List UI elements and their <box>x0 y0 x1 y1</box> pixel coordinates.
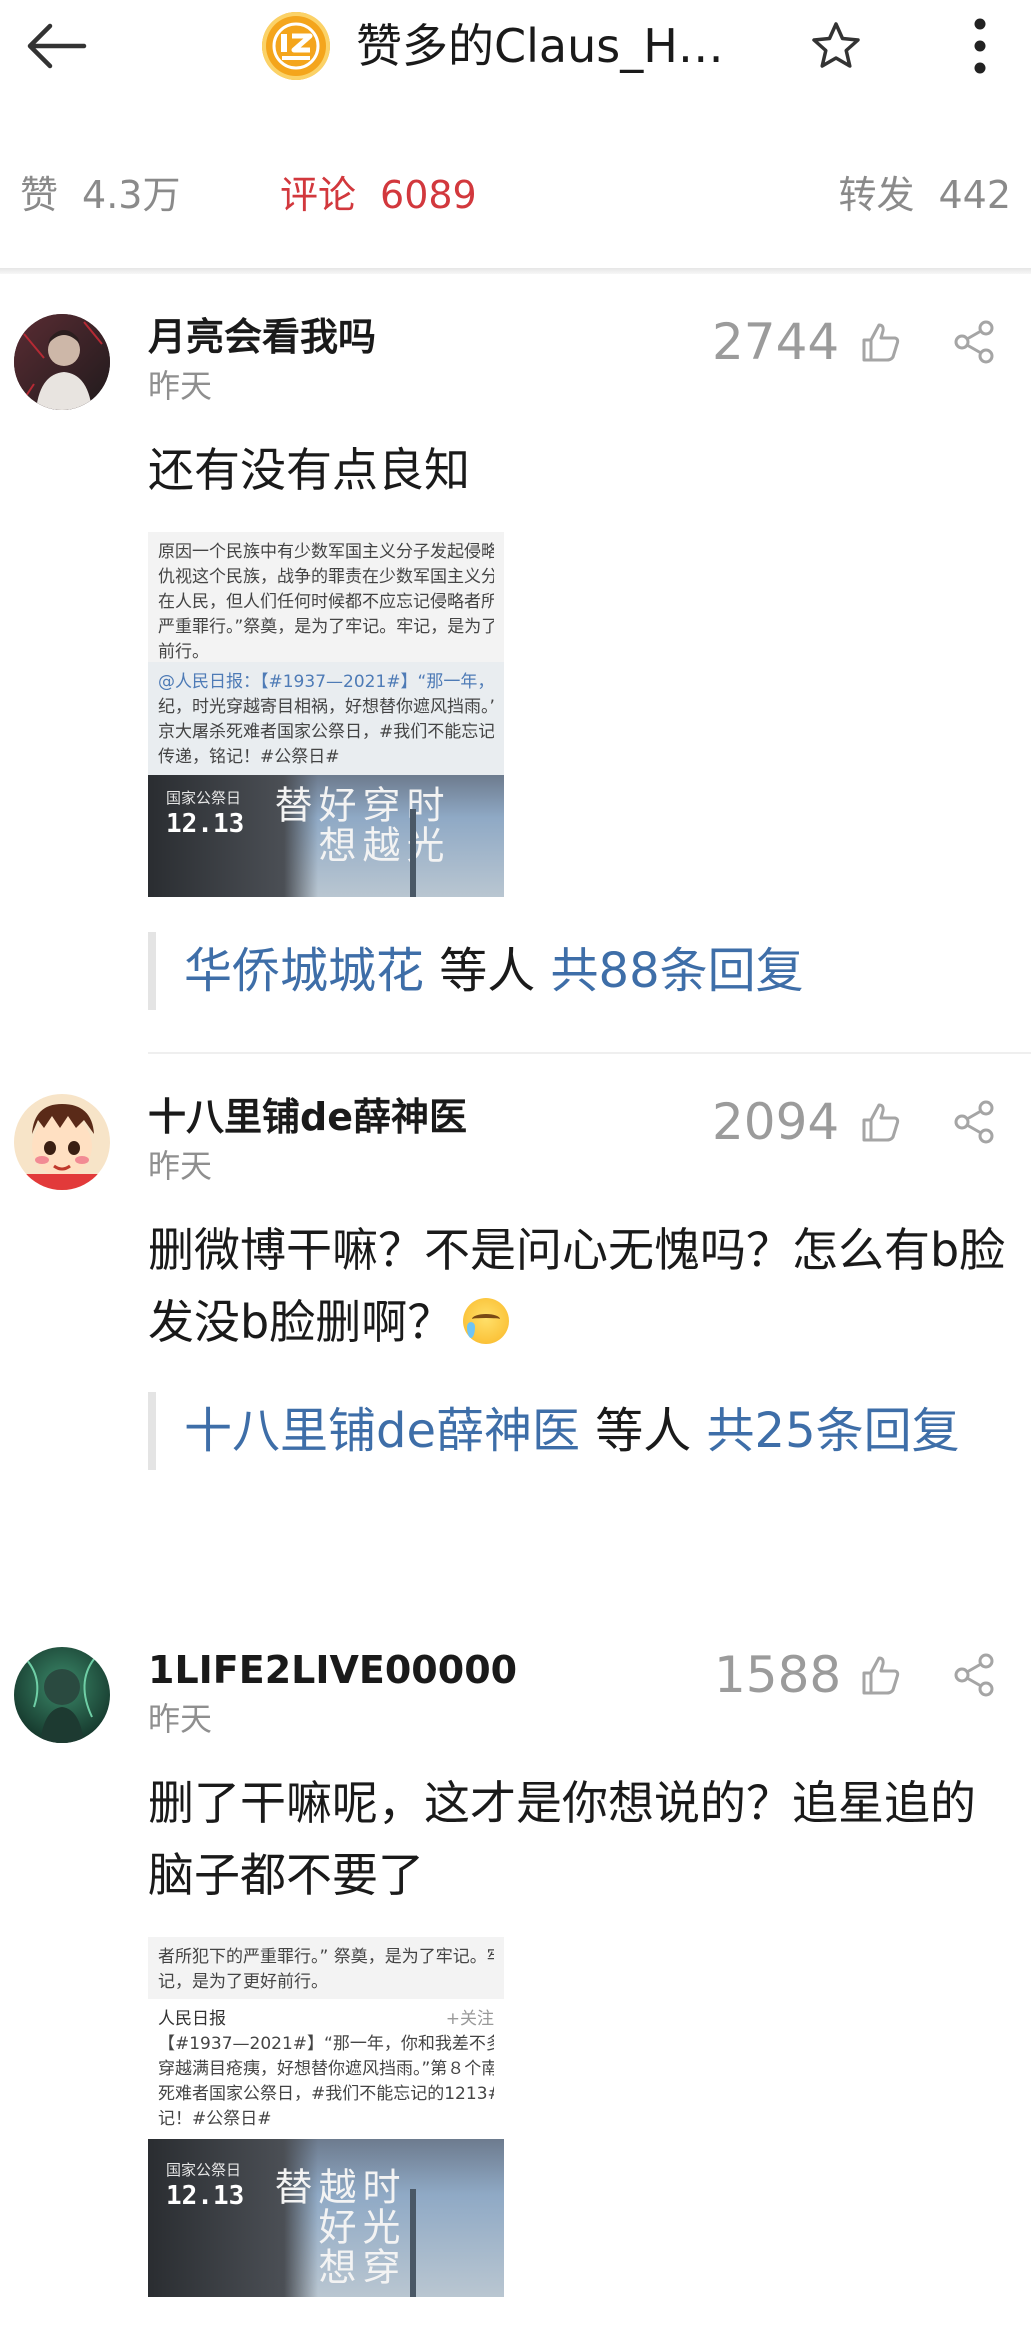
image-repost-card: 人民日报 +关注 【#1937—2021#】“那一年，你和我差不多年纪，时光 穿… <box>148 1999 504 2140</box>
comment-image[interactable]: 原因一个民族中有少数军国主义分子发起侵略战争就 仇视这个民族，战争的罪责在少数军… <box>148 532 504 897</box>
image-poster: 国家公祭日 12.13 时光穿越好想替 <box>148 775 504 897</box>
more-button[interactable] <box>952 12 1008 80</box>
image-text-line: 仇视这个民族，战争的罪责在少数军国主义分子而不 <box>158 567 494 587</box>
thumbs-up-icon <box>862 1103 900 1142</box>
comment-image[interactable]: 者所犯下的严重罪行。” 祭奠，是为了牢记。牢 记，是为了更好前行。 人民日报 +… <box>148 1937 504 2297</box>
tab-comments-count: 6089 <box>380 173 477 217</box>
image-poster: 国家公祭日 12.13 时光穿越好想替 <box>148 2139 504 2297</box>
poster-calligraphy: 时光穿越好想替 <box>268 785 444 865</box>
comment-time: 昨天 <box>148 1147 213 1185</box>
image-card-line: 京大屠杀死难者国家公祭日，#我们不能忘记的1213#！ <box>158 722 494 742</box>
reply-user-link[interactable]: 十八里铺de薛神医 <box>184 1403 580 1459</box>
reply-user-link[interactable]: 华侨城城花 <box>184 943 424 999</box>
image-article-text: 原因一个民族中有少数军国主义分子发起侵略战争就 仇视这个民族，战争的罪责在少数军… <box>148 532 504 673</box>
share-icon <box>954 1100 994 1144</box>
image-text-line: 严重罪行。”祭奠，是为了牢记。牢记，是为了更好 <box>158 617 494 637</box>
like-button[interactable] <box>852 1645 908 1705</box>
like-button[interactable] <box>852 1092 908 1152</box>
image-text-line: 者所犯下的严重罪行。” 祭奠，是为了牢记。牢 <box>158 1947 494 1967</box>
tab-comments-label: 评论 <box>280 173 357 217</box>
tab-comments[interactable]: 评论 6089 <box>280 172 477 218</box>
back-button[interactable] <box>20 14 92 78</box>
image-card-line: @人民日报：【#1937—2021#】“那一年，你和我差不多年 <box>158 672 494 692</box>
image-card-header: 人民日报 +关注 <box>158 2007 494 2032</box>
tab-likes-count: 4.3万 <box>82 173 181 217</box>
comment-text: 删了干嘛呢，这才是你想说的？追星追的脑子都不要了 <box>148 1776 976 1902</box>
comment-like-count: 2744 <box>712 313 840 371</box>
reply-summary[interactable]: 十八里铺de薛神医 等人 共25条回复 <box>148 1392 1010 1470</box>
comment-time: 昨天 <box>148 1700 213 1738</box>
comment-time: 昨天 <box>148 367 213 405</box>
comment-like-count: 2094 <box>712 1093 840 1151</box>
tab-likes[interactable]: 赞 4.3万 <box>20 172 180 218</box>
avatar[interactable] <box>14 1647 110 1743</box>
share-button[interactable] <box>944 1645 1004 1705</box>
reply-count-link[interactable]: 共25条回复 <box>707 1403 960 1459</box>
image-text-line: 在人民，但人们任何时候都不应忘记侵略者所犯下的 <box>158 592 494 612</box>
reply-middle-text: 等人 <box>424 943 551 999</box>
comment-like-count: 1588 <box>714 1646 842 1704</box>
tab-reposts-label: 转发 <box>838 173 915 217</box>
top-bar: 赞多的Claus_H… <box>0 0 1031 96</box>
reply-summary[interactable]: 华侨城城花 等人 共88条回复 <box>148 932 1010 1010</box>
avatar[interactable] <box>14 314 110 410</box>
poster-date: 12.13 <box>166 809 245 839</box>
image-card-line: 记！#公祭日# <box>158 2109 272 2129</box>
user-avatar-image <box>14 1647 110 1743</box>
stats-tabs: 赞 4.3万 评论 6089 转发 442 <box>0 150 1031 230</box>
share-button[interactable] <box>944 1092 1004 1152</box>
reply-count-link[interactable]: 共88条回复 <box>551 943 804 999</box>
share-icon <box>954 320 994 364</box>
poster-tower <box>410 809 416 897</box>
share-button[interactable] <box>944 312 1004 372</box>
comment-divider <box>148 1052 1031 1054</box>
favorite-button[interactable] <box>802 12 870 80</box>
image-text-line: 原因一个民族中有少数军国主义分子发起侵略战争就 <box>158 542 494 562</box>
comment-text: 删微博干嘛？不是问心无愧吗？怎么有b脸发没b脸删啊？ <box>148 1214 1008 1358</box>
comment-text: 还有没有点良知 <box>148 443 470 497</box>
avatar[interactable] <box>14 1094 110 1190</box>
reply-middle-text: 等人 <box>580 1403 707 1459</box>
header-divider <box>0 268 1031 274</box>
star-icon <box>812 22 860 68</box>
poster-tower <box>410 2189 416 2297</box>
brand-logo <box>272 22 320 70</box>
poster-tag: 国家公祭日 <box>166 789 242 807</box>
share-icon <box>954 1653 994 1697</box>
tab-likes-label: 赞 <box>20 173 59 217</box>
poster-calligraphy: 时光穿越好想替 <box>268 2167 400 2287</box>
crying-sweat-emoji-icon <box>463 1298 510 1344</box>
user-avatar-image <box>14 1094 110 1190</box>
image-card-author: 人民日报 <box>158 2009 226 2029</box>
image-article-text: 者所犯下的严重罪行。” 祭奠，是为了牢记。牢 记，是为了更好前行。 <box>148 1937 504 2003</box>
image-card-line: 穿越满目疮痍，好想替你遮风挡雨。”第８个南京大屠杀 <box>158 2059 494 2079</box>
brand-avatar[interactable] <box>262 12 330 80</box>
comment-username[interactable]: 十八里铺de薛神医 <box>148 1094 467 1140</box>
thumbs-up-icon <box>862 323 900 362</box>
tab-reposts[interactable]: 转发 442 <box>838 172 1011 218</box>
comment-username[interactable]: 月亮会看我吗 <box>148 314 376 360</box>
tab-reposts-count: 442 <box>938 173 1011 217</box>
page-title: 赞多的Claus_H… <box>356 19 724 73</box>
back-arrow-icon <box>27 23 87 69</box>
image-card-line: 死难者国家公祭日，#我们不能忘记的1213#！传递，铭 <box>158 2084 494 2104</box>
image-text-line: 记，是为了更好前行。 <box>158 1972 328 1992</box>
poster-tag: 国家公祭日 <box>166 2161 242 2179</box>
thumbs-up-icon <box>862 1656 900 1695</box>
image-card-line: 纪，时光穿越寄目相祸，好想替你遮风挡雨。”第８个南 <box>158 697 494 717</box>
comment-text-content: 删微博干嘛？不是问心无愧吗？怎么有b脸发没b脸删啊？ <box>148 1223 1006 1349</box>
more-vertical-icon <box>974 18 986 74</box>
like-button[interactable] <box>852 312 908 372</box>
poster-date: 12.13 <box>166 2181 245 2211</box>
image-card-follow: +关注 <box>445 2009 494 2029</box>
image-repost-text: @人民日报：【#1937—2021#】“那一年，你和我差不多年 纪，时光穿越寄目… <box>148 662 504 778</box>
image-card-line: 传递，铭记！#公祭日# <box>158 747 340 767</box>
user-avatar-image <box>14 314 110 410</box>
comment-username[interactable]: 1LIFE2LIVE00000 <box>148 1647 517 1693</box>
image-card-line: 【#1937—2021#】“那一年，你和我差不多年纪，时光 <box>158 2034 494 2054</box>
